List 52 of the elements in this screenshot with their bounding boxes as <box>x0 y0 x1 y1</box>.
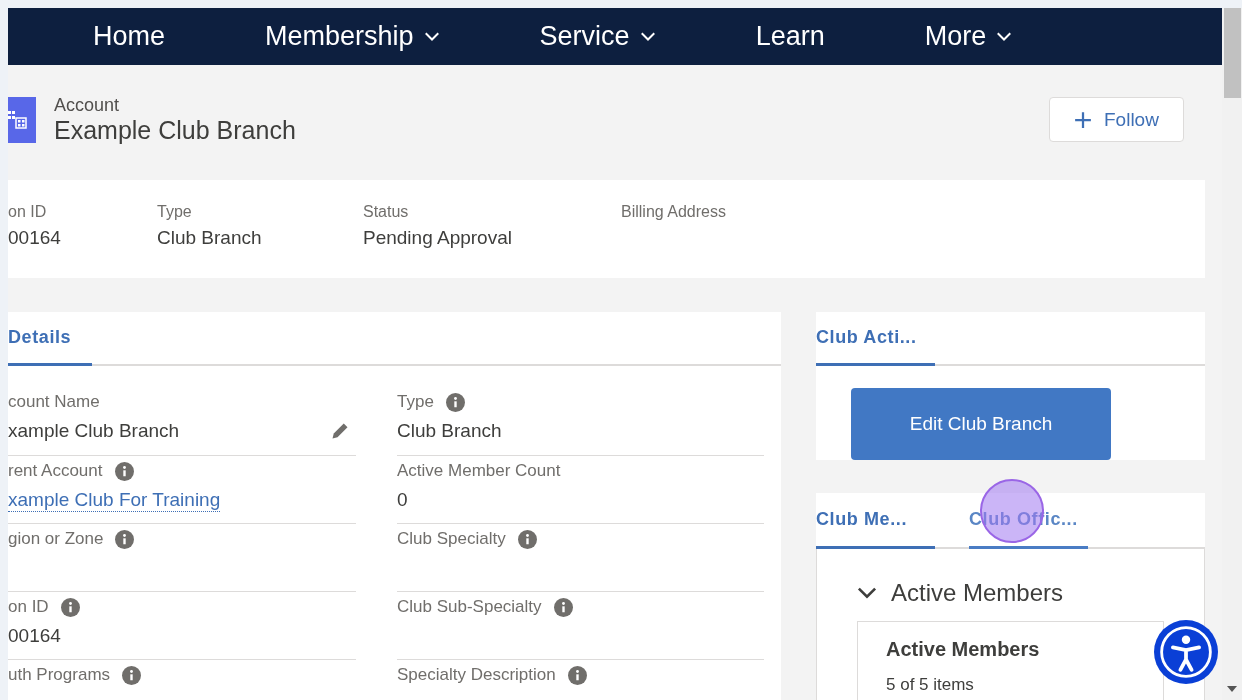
field-label: count Name <box>8 392 100 412</box>
info-icon[interactable] <box>122 665 142 685</box>
object-label: Account <box>54 94 121 116</box>
record-title: Example Club Branch <box>54 115 296 145</box>
section-toggle[interactable]: Active Members <box>857 579 1064 607</box>
field-label: on ID <box>8 203 48 221</box>
edit-button[interactable]: Edit Club Branch <box>851 388 1111 460</box>
field-label: Status <box>363 203 410 221</box>
field-label: Club Sub-Specialty <box>397 597 542 617</box>
field-value: 00164 <box>8 227 62 249</box>
field-label: uth Programs <box>8 665 111 685</box>
field-value: 0 <box>397 489 408 511</box>
info-icon[interactable] <box>567 665 587 685</box>
field-label: Club Specialty <box>397 529 506 549</box>
pencil-icon[interactable] <box>330 421 350 441</box>
info-icon[interactable] <box>60 597 80 617</box>
field-label: Type <box>397 392 434 412</box>
field-label: Active Member Count <box>397 461 561 481</box>
info-icon[interactable] <box>517 529 537 549</box>
scrollbar-thumb[interactable] <box>1224 8 1241 98</box>
tab[interactable]: Details <box>8 312 92 366</box>
list-title: Active Members <box>886 638 1041 661</box>
info-icon[interactable] <box>445 392 465 412</box>
chevron-down-icon <box>996 31 1013 42</box>
info-icon[interactable] <box>114 461 134 481</box>
field-label: on ID <box>8 597 49 617</box>
nav-link[interactable]: Membership <box>265 21 440 52</box>
field-label: Billing Address <box>621 203 726 221</box>
chevron-down-icon <box>639 31 656 42</box>
info-icon[interactable] <box>115 529 135 549</box>
field-label: Type <box>157 203 193 221</box>
scroll-down-icon[interactable] <box>1227 686 1237 692</box>
field-value: Pending Approval <box>363 227 513 249</box>
field-label: Specialty Description <box>397 665 556 685</box>
nav-link[interactable]: Learn <box>755 21 825 52</box>
field-label: gion or Zone <box>8 529 104 549</box>
nav-link[interactable]: More <box>924 21 1013 52</box>
info-icon[interactable] <box>553 597 573 617</box>
field-label: rent Account <box>8 461 103 481</box>
tab[interactable]: Club Acti... <box>816 312 935 366</box>
field-value: Club Branch <box>397 420 502 442</box>
chevron-down-icon <box>423 31 440 42</box>
item-count: 5 of 5 items <box>886 675 975 695</box>
field-value: xample Club Branch <box>8 420 180 442</box>
nav-link[interactable]: Service <box>539 21 656 52</box>
plus-icon <box>1074 110 1092 129</box>
record-link[interactable]: xample Club For Training <box>8 488 221 512</box>
scrollbar[interactable] <box>1222 8 1242 700</box>
field-value: Club Branch <box>157 227 263 249</box>
nav-link[interactable]: Home <box>93 21 166 52</box>
field-value: 00164 <box>8 625 61 647</box>
follow-button[interactable]: Follow <box>1049 97 1184 142</box>
